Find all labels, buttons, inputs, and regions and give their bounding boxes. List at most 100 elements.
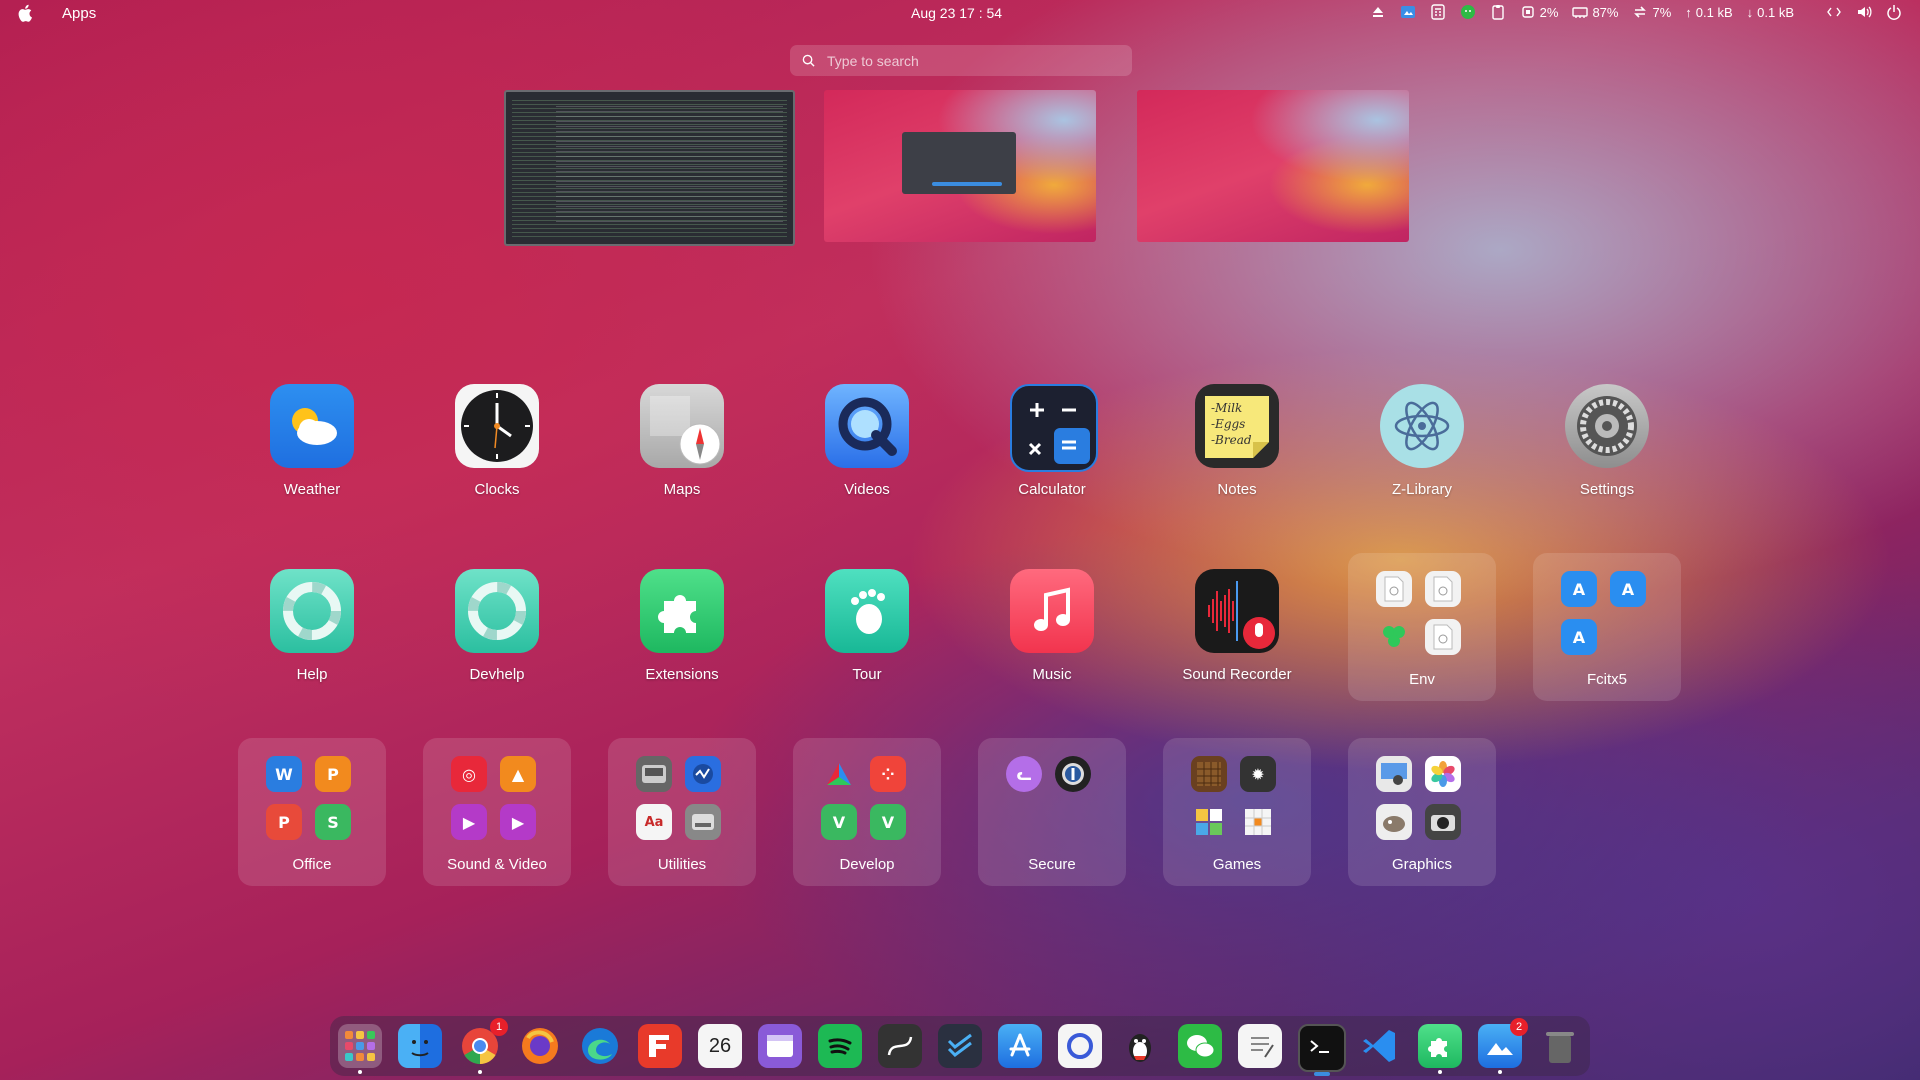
volume-icon[interactable]: [1856, 4, 1872, 20]
trash-icon: [1546, 1032, 1574, 1063]
vim-icon: V: [821, 804, 857, 840]
folder-secure[interactable]: ᓚ Secure: [978, 738, 1126, 886]
dock-qq[interactable]: [1118, 1024, 1162, 1068]
app-label: Maps: [663, 481, 701, 498]
folder-games[interactable]: ✹ Games: [1163, 738, 1311, 886]
app-z-library[interactable]: Z-Library: [1347, 374, 1497, 522]
dock-calendar[interactable]: 26: [698, 1024, 742, 1068]
svg-text:-Eggs: -Eggs: [1211, 417, 1245, 431]
dock-extensions[interactable]: [1418, 1024, 1462, 1074]
app-label: Music: [1032, 666, 1072, 683]
dock-filezilla[interactable]: [638, 1024, 682, 1068]
dock-finder[interactable]: [398, 1024, 442, 1068]
search-box[interactable]: [790, 45, 1132, 76]
dock-edge[interactable]: [578, 1024, 622, 1068]
dock-window-app[interactable]: [758, 1024, 802, 1068]
dock-app-store[interactable]: [998, 1024, 1042, 1068]
folder-label: Fcitx5: [1586, 671, 1627, 688]
swap-icon: [1634, 6, 1647, 18]
active-app-name[interactable]: Apps: [62, 5, 96, 22]
image-viewer-icon: [1376, 756, 1412, 792]
sudoku-icon: [1240, 804, 1276, 840]
app-extensions[interactable]: Extensions: [607, 559, 757, 707]
folder-graphics[interactable]: Graphics: [1348, 738, 1496, 886]
password-manager-icon: [1055, 756, 1091, 792]
hexagon-icon: [1376, 619, 1412, 655]
app-music[interactable]: Music: [977, 559, 1127, 707]
app-weather[interactable]: Weather: [237, 374, 387, 522]
cpu-usage[interactable]: 2%: [1520, 4, 1558, 20]
folder-env[interactable]: Env: [1348, 553, 1496, 701]
cpu-icon: [1521, 6, 1534, 18]
app-tour[interactable]: Tour: [792, 559, 942, 707]
firefox-icon: [522, 1028, 558, 1064]
clipboard-icon[interactable]: [1490, 4, 1506, 20]
app-label: Tour: [852, 666, 882, 683]
gear-icon: [1565, 384, 1649, 468]
swap-usage[interactable]: 7%: [1632, 4, 1671, 20]
dock-screenshot[interactable]: 2: [1478, 1018, 1528, 1074]
media-player-icon: ▶: [451, 804, 487, 840]
app-settings[interactable]: Settings: [1532, 374, 1682, 522]
app-devhelp[interactable]: Devhelp: [422, 559, 572, 707]
dock-terminal[interactable]: [1298, 1024, 1346, 1076]
folder-label: Develop: [839, 856, 895, 873]
document-icon: [1376, 571, 1412, 607]
power-icon[interactable]: [1886, 4, 1902, 20]
download-speed[interactable]: ↓ 0.1 kB: [1747, 5, 1794, 20]
folder-label: Office: [292, 856, 332, 873]
app-sound-recorder[interactable]: Sound Recorder: [1162, 559, 1312, 707]
folder-office[interactable]: W P P S Office: [238, 738, 386, 886]
puzzle-icon: [640, 569, 724, 653]
app-calculator[interactable]: Calculator: [977, 374, 1127, 522]
notification-badge: 2: [1510, 1018, 1528, 1036]
dock-wechat[interactable]: [1178, 1024, 1222, 1068]
dock-spotify[interactable]: [818, 1024, 862, 1068]
dock-trash[interactable]: [1538, 1024, 1582, 1068]
dock-chrome[interactable]: 1: [458, 1018, 508, 1074]
dock-launchpad[interactable]: [338, 1024, 382, 1074]
wechat-tray-icon[interactable]: [1460, 4, 1476, 20]
screenshot-app-icon[interactable]: [1400, 4, 1416, 20]
workspace-thumbnail-2[interactable]: [824, 90, 1096, 242]
ring-icon: [1067, 1033, 1093, 1059]
folder-label: Sound & Video: [447, 856, 547, 873]
download-arrow-icon: ↓: [1746, 4, 1754, 20]
network-icon[interactable]: [1826, 4, 1842, 20]
dock-inkscape[interactable]: [878, 1024, 922, 1068]
dock-text-editor[interactable]: [1238, 1024, 1282, 1068]
app-label: Notes: [1217, 481, 1257, 498]
app-clocks[interactable]: Clocks: [422, 374, 572, 522]
folder-utilities[interactable]: Aa Utilities: [608, 738, 756, 886]
folder-fcitx5[interactable]: A A A Fcitx5: [1533, 553, 1681, 701]
running-indicator: [478, 1070, 482, 1074]
system-monitor-icon: [685, 756, 721, 792]
terminal-icon: [1310, 1040, 1329, 1053]
calculator-tray-icon[interactable]: [1430, 4, 1446, 20]
apple-logo-icon[interactable]: [18, 4, 34, 22]
svg-text:-Bread: -Bread: [1211, 433, 1252, 447]
upload-speed[interactable]: ↑ 0.1 kB: [1685, 5, 1732, 20]
git-icon: ⁘: [870, 756, 906, 792]
cat-vpn-icon: ᓚ: [1006, 756, 1042, 792]
dialog-window-preview: [902, 132, 1016, 194]
folder-develop[interactable]: ⁘ V V Develop: [793, 738, 941, 886]
search-input[interactable]: [825, 51, 1129, 70]
date-time[interactable]: Aug 23 17 : 54: [911, 5, 1002, 21]
app-label: Help: [296, 666, 328, 683]
app-maps[interactable]: Maps: [607, 374, 757, 522]
swap-value: 7%: [1652, 4, 1672, 20]
dock-tasks[interactable]: [938, 1024, 982, 1068]
app-notes[interactable]: -Milk -Eggs -Bread Notes: [1162, 374, 1312, 522]
app-videos[interactable]: Videos: [792, 374, 942, 522]
keyboard-a-icon: A: [1610, 571, 1646, 607]
workspace-thumbnail-1[interactable]: [504, 90, 795, 246]
dock-vscode[interactable]: [1358, 1024, 1402, 1068]
folder-sound-video[interactable]: ◎ ▲ ▶ ▶ Sound & Video: [423, 738, 571, 886]
eject-icon[interactable]: [1370, 4, 1386, 20]
dock-remote-desktop[interactable]: [1058, 1024, 1102, 1068]
app-help[interactable]: Help: [237, 559, 387, 707]
workspace-thumbnail-3[interactable]: [1137, 90, 1409, 242]
memory-usage[interactable]: 87%: [1572, 4, 1618, 20]
dock-firefox[interactable]: [518, 1024, 562, 1068]
